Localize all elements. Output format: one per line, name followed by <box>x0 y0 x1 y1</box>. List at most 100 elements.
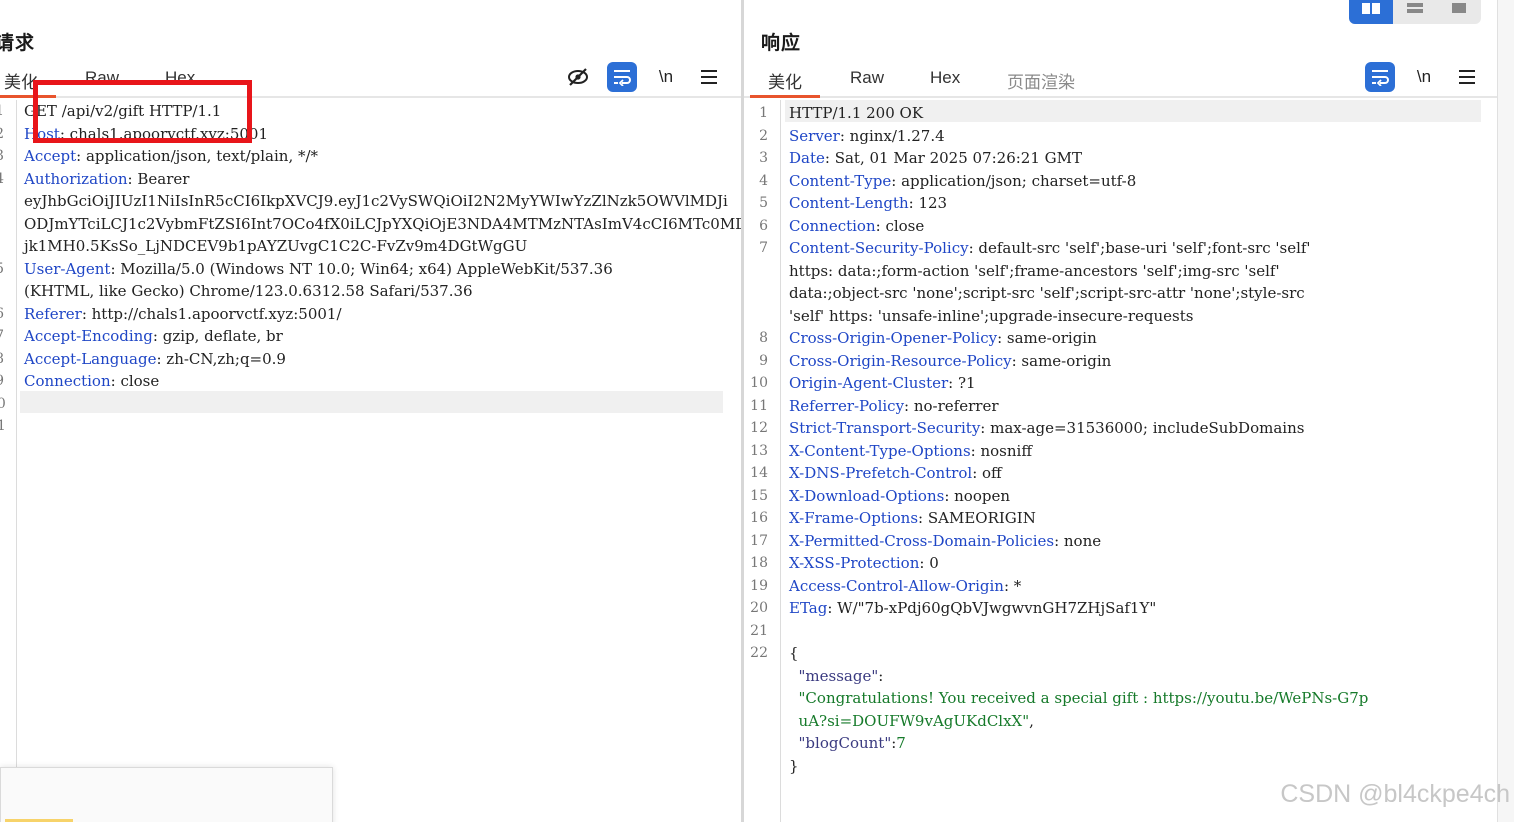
code-line: 21 <box>744 620 1497 643</box>
response-tab-pretty[interactable]: 美化 <box>750 68 820 98</box>
line-number: 9 <box>0 370 4 393</box>
line-number: 6 <box>759 217 768 234</box>
code-token: : W/"7b-xPdj60gQbVJwgwvnGH7ZHjSaf1Y" <box>827 599 1157 617</box>
code-token: (KHTML, like Gecko) Chrome/123.0.6312.58… <box>24 282 473 300</box>
bottom-popup <box>0 767 333 822</box>
split-horizontal-icon[interactable] <box>1349 0 1393 24</box>
code-line: 11 <box>0 415 741 438</box>
code-token: : no-referrer <box>904 396 999 415</box>
code-line: eyJhbGciOiJIUzI1NiIsInR5cCI6IkpXVCJ9.eyJ… <box>0 190 741 213</box>
header-name: Content-Type <box>789 171 892 190</box>
header-name: X-XSS-Protection <box>789 554 920 572</box>
line-number: 7 <box>759 240 768 256</box>
code-line: 10 <box>0 393 741 416</box>
line-number: 3 <box>759 150 768 166</box>
code-token: , <box>1029 711 1034 730</box>
response-pane: 响应 美化 Raw Hex 页面渲染 \n 1 HTTP/1.1 200 OK 2 S… <box>744 0 1497 822</box>
code-line: 10 Origin-Agent-Cluster: ?1 <box>744 372 1497 395</box>
code-token: : Mozilla/5.0 (Windows NT 10.0; Win64; x… <box>110 259 613 278</box>
code-text: X-Permitted-Cross-Domain-Policies: none <box>789 530 1101 553</box>
code-line: 17 X-Permitted-Cross-Domain-Policies: non… <box>744 530 1497 553</box>
header-name: Strict-Transport-Security <box>789 419 981 437</box>
code-text: "message": <box>789 665 884 688</box>
response-tab-hex[interactable]: Hex <box>930 68 960 88</box>
code-line: 5 Content-Length: 123 <box>744 192 1497 215</box>
code-token: https: data:;form-action 'self';frame-an… <box>789 261 1280 280</box>
code-line: 13 X-Content-Type-Options: nosniff <box>744 440 1497 463</box>
line-number: 4 <box>759 172 768 189</box>
code-token: : close <box>110 372 160 390</box>
code-token: HTTP/1.1 200 OK <box>789 104 924 122</box>
header-name: Referer <box>24 304 82 323</box>
header-name: ETag <box>789 599 828 617</box>
eye-slash-icon[interactable] <box>563 62 593 92</box>
request-editor[interactable]: 1GET /api/v2/gift HTTP/1.12Host: chals1.… <box>0 100 741 822</box>
code-text: Cross-Origin-Resource-Policy: same-origi… <box>789 350 1111 373</box>
code-line: 8 Cross-Origin-Opener-Policy: same-origin <box>744 327 1497 350</box>
code-token: : noopen <box>944 486 1011 505</box>
line-number: 15 <box>750 487 768 504</box>
code-token: : application/json; charset=utf-8 <box>891 171 1137 190</box>
response-tab-render[interactable]: 页面渲染 <box>1007 68 1075 93</box>
code-line: "Congratulations! You received a special… <box>744 687 1497 710</box>
code-line: "message": <box>744 665 1497 688</box>
line-number: 1 <box>759 105 768 121</box>
line-number: 5 <box>759 195 768 211</box>
code-text: Accept-Encoding: gzip, deflate, br <box>24 325 283 348</box>
line-number: 14 <box>750 465 768 481</box>
line-number: 10 <box>0 395 6 412</box>
code-line: 18 X-XSS-Protection: 0 <box>744 552 1497 575</box>
line-number: 8 <box>759 330 768 346</box>
newline-toggle[interactable]: \n <box>651 62 681 92</box>
code-token: : Bearer <box>127 169 190 188</box>
code-token: eyJhbGciOiJIUzI1NiIsInR5cCI6IkpXVCJ9.eyJ… <box>24 192 728 210</box>
code-line: 7 Accept-Encoding: gzip, deflate, br <box>0 325 741 348</box>
single-pane-icon[interactable] <box>1437 0 1481 24</box>
header-name: Content-Security-Policy <box>789 239 969 257</box>
code-token: : <box>878 666 884 685</box>
code-line: "blogCount":7 <box>744 732 1497 755</box>
code-line: 1 HTTP/1.1 200 OK <box>744 102 1497 125</box>
line-number: 8 <box>0 348 4 371</box>
code-line: 15 X-Download-Options: noopen <box>744 485 1497 508</box>
newline-toggle[interactable]: \n <box>1409 62 1439 92</box>
header-name: Server <box>789 126 840 145</box>
code-token: : nosniff <box>970 441 1032 460</box>
split-vertical-icon[interactable] <box>1393 0 1437 24</box>
wrap-text-icon[interactable] <box>1365 62 1395 92</box>
line-number: 1 <box>0 100 4 123</box>
menu-icon[interactable] <box>694 62 724 92</box>
code-line: 6 Referer: http://chals1.apoorvctf.xyz:50… <box>0 303 741 326</box>
code-token: : nginx/1.27.4 <box>839 126 945 145</box>
code-text: X-Download-Options: noopen <box>789 485 1010 508</box>
header-name: Accept-Encoding <box>24 327 153 345</box>
line-number: 2 <box>759 127 768 144</box>
code-line: 'self' https: 'unsafe-inline';upgrade-in… <box>744 305 1497 328</box>
response-tab-raw[interactable]: Raw <box>850 68 884 88</box>
code-text: Referrer-Policy: no-referrer <box>789 395 999 418</box>
highlight-annotation-box <box>33 80 252 143</box>
header-name: Connection <box>789 216 876 235</box>
wrap-text-icon[interactable] <box>607 62 637 92</box>
code-line: 9 Cross-Origin-Resource-Policy: same-orig… <box>744 350 1497 373</box>
line-number: 22 <box>750 645 768 661</box>
code-text: Referer: http://chals1.apoorvctf.xyz:500… <box>24 303 342 326</box>
line-number: 12 <box>750 420 768 436</box>
response-editor[interactable]: 1 HTTP/1.1 200 OK 2 Server: nginx/1.27.4 3 Da… <box>744 100 1497 822</box>
code-line: (KHTML, like Gecko) Chrome/123.0.6312.58… <box>0 280 741 303</box>
header-name: Date <box>789 149 825 167</box>
code-text: ETag: W/"7b-xPdj60gQbVJwgwvnGH7ZHjSaf1Y" <box>789 597 1156 620</box>
code-text: Connection: close <box>789 215 924 238</box>
code-text: Accept-Language: zh-CN,zh;q=0.9 <box>24 348 286 371</box>
code-token: : same-origin <box>997 329 1097 347</box>
line-number: 19 <box>750 577 768 594</box>
code-token: jk1MH0.5KsSo_LjNDCEV9b1pAYZUvgC1C2C-FvZv… <box>24 237 528 255</box>
watermark: CSDN @bl4ckpe4ch <box>1280 780 1510 808</box>
menu-icon[interactable] <box>1452 62 1482 92</box>
header-name: X-Download-Options <box>789 486 945 505</box>
code-text: jk1MH0.5KsSo_LjNDCEV9b1pAYZUvgC1C2C-FvZv… <box>24 235 527 258</box>
right-scroll-edge[interactable] <box>1497 0 1514 822</box>
code-text: Content-Length: 123 <box>789 192 947 215</box>
code-line: 19 Access-Control-Allow-Origin: * <box>744 575 1497 598</box>
code-line: 4 Content-Type: application/json; charset… <box>744 170 1497 193</box>
